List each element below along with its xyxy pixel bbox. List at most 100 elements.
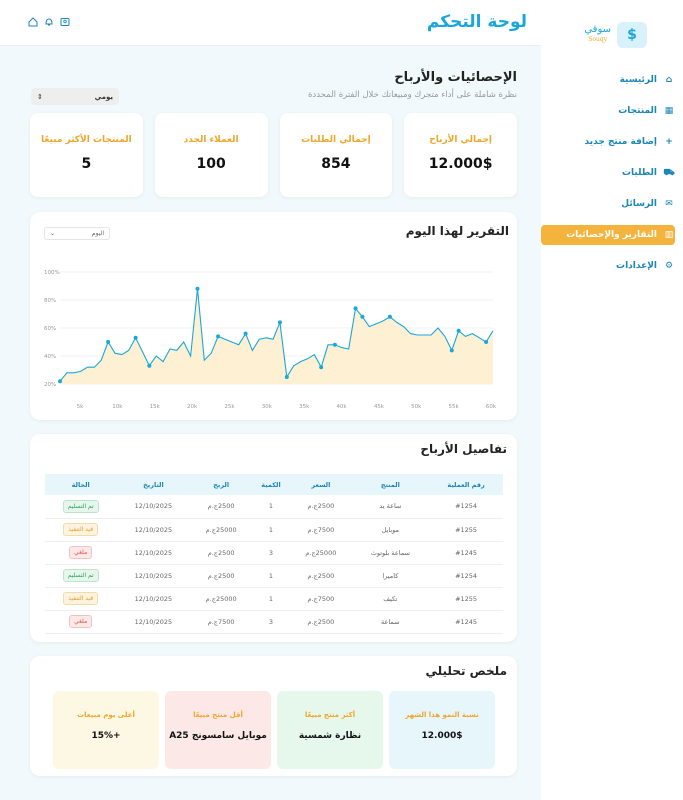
summary-card-value: 12.000$ <box>421 731 463 741</box>
period-select-value: يومي <box>94 92 113 101</box>
table-cell: قيد التنفيذ <box>45 518 116 541</box>
table-cell: #1254 <box>455 571 478 580</box>
summary-cards: نسبة النمو هذا الشهر 12.000$ أكثر منتج مبي… <box>53 691 495 769</box>
stats-subtitle: نظرة شاملة على أداء متجرك ومبيعاتك خلال … <box>307 90 517 100</box>
table-cell: 12/10/2025 <box>134 571 173 580</box>
table-cell: موبايل <box>381 525 400 534</box>
bell-icon[interactable] <box>44 17 54 27</box>
status-badge: ملغي <box>69 615 93 628</box>
sidebar-item-2[interactable]: + إضافة منتج جديد <box>541 132 683 152</box>
stat-card-value: 100 <box>196 156 226 172</box>
sidebar-item-label: إضافة منتج جديد <box>584 137 657 147</box>
chevron-down-icon: ⌄ <box>50 230 56 237</box>
status-badge: تم التسليم <box>62 569 99 582</box>
x-tick-label: 40k <box>336 404 347 410</box>
table-header-cell: الربح <box>213 480 230 489</box>
sidebar-item-4[interactable]: ✉ الرسائل <box>541 194 683 214</box>
stat-card: إجمالي الطلبات 854 <box>279 113 393 197</box>
table-cell: 12/10/2025 <box>134 502 173 511</box>
sidebar-item-label: الطلبات <box>621 168 657 178</box>
table-cell: تكيف <box>383 594 398 603</box>
table-cell: ملغي <box>45 541 116 564</box>
summary-card-value: موبايل سامسونج A25 <box>169 731 267 741</box>
sidebar-item-1[interactable]: ▦ المنتجات <box>541 101 683 121</box>
table-cell: 2500ج.م <box>307 617 335 626</box>
table-cell: 2500ج.م <box>207 502 235 511</box>
data-point <box>449 348 454 353</box>
stat-card-value: 12.000$ <box>428 156 493 172</box>
table-cell: 2500ج.م <box>307 571 335 580</box>
data-point <box>387 314 392 319</box>
stat-card-label: المنتجات الأكثر مبيعًا <box>41 135 132 145</box>
sidebar-item-0[interactable]: ⌂ الرئيسية <box>541 70 683 90</box>
table-cell: 7500ج.م <box>207 617 235 626</box>
stats-title: الإحصائيات والأرباح <box>394 70 517 85</box>
data-point <box>58 379 62 384</box>
sidebar-item-3[interactable]: ⛟ الطلبات <box>541 163 683 183</box>
table-cell: #1255 <box>455 525 478 534</box>
summary-card: أكثر منتج مبيعًا نظارة شمسية <box>277 691 383 769</box>
y-tick-label: 80% <box>44 298 56 304</box>
y-tick-label: 20% <box>44 382 56 388</box>
chart-title: التقرير لهذا اليوم <box>405 224 509 238</box>
brand[interactable]: سوقي Souqy $ <box>584 22 647 48</box>
table-cell: قيد التنفيذ <box>45 587 116 610</box>
data-point <box>484 340 489 344</box>
x-tick-label: 45k <box>374 404 385 410</box>
chart-period-select[interactable]: ⌄ اليوم <box>44 227 110 240</box>
table-cell: 25000ج.م <box>205 594 237 603</box>
stat-card-label: إجمالي الأرباح <box>429 135 493 145</box>
select-arrows-icon: ⇕ <box>37 92 43 101</box>
table-cell: 1 <box>268 571 274 580</box>
stat-card: إجمالي الأرباح 12.000$ <box>404 113 517 197</box>
table-cell: 25000ج.م <box>305 548 337 557</box>
chat-icon: ✉ <box>665 199 673 209</box>
sidebar-item-5[interactable]: ▥ التقارير والإحصائيات <box>541 225 675 245</box>
table-header-cell: الحالة <box>71 480 90 489</box>
y-tick-label: 40% <box>44 354 56 360</box>
table-header-cell: الكمية <box>261 480 281 489</box>
data-point <box>195 286 200 291</box>
table-header-row: رقم العملية المنتج السعر الكمية الربح التاريخ… <box>45 474 503 495</box>
summary-panel: ملخص تحليلي نسبة النمو هذا الشهر 12.000$ أ… <box>30 656 517 776</box>
stat-card-label: إجمالي الطلبات <box>301 135 371 145</box>
table-cell: ساعة يد <box>379 502 402 511</box>
profit-details-panel: تفاصيل الأرباح رقم العملية المنتج السعر الك… <box>30 434 517 642</box>
top-icons <box>28 17 70 27</box>
table-cell: #1245 <box>455 617 478 626</box>
brand-name: سوقي Souqy <box>584 24 611 44</box>
home-icon[interactable] <box>28 17 38 27</box>
data-point <box>456 328 461 333</box>
x-tick-label: 50k <box>411 404 422 410</box>
profile-icon[interactable] <box>60 17 70 27</box>
data-point <box>277 320 282 325</box>
x-tick-label: 20k <box>187 404 198 410</box>
summary-card-value: +15% <box>91 731 121 741</box>
table-row: #1245 سماعة بلوتوث 25000ج.م 3 2500ج.م 12/10/2… <box>45 541 503 564</box>
table-cell: #1245 <box>455 548 478 557</box>
table-cell: سماعة بلوتوث <box>370 548 410 557</box>
y-tick-label: 100% <box>44 270 60 276</box>
brand-logo-icon: $ <box>617 22 647 48</box>
table-cell: تم التسليم <box>45 495 116 518</box>
x-tick-label: 30k <box>262 404 273 410</box>
summary-card: أقل منتج مبيعًا موبايل سامسونج A25 <box>165 691 271 769</box>
summary-card: نسبة النمو هذا الشهر 12.000$ <box>389 691 495 769</box>
summary-card: أعلى يوم مبيعات +15% <box>53 691 159 769</box>
status-badge: ملغي <box>69 546 93 559</box>
x-tick-label: 35k <box>299 404 310 410</box>
x-tick-label: 25k <box>224 404 235 410</box>
report-chart: 20% 40% 60% 80% 100% 5k 10k 15k 20k 25k 30k 35k 40k 4… <box>44 270 497 410</box>
data-point <box>147 363 152 368</box>
sidebar-item-6[interactable]: ⚙ الإعدادات <box>541 256 683 276</box>
grid-icon: ▦ <box>664 106 674 116</box>
period-select[interactable]: ⇕ يومي <box>31 88 119 105</box>
table-cell: 3 <box>268 548 274 557</box>
sidebar: سوقي Souqy $ ⌂ الرئيسية ▦ المنتجات + إضافة من… <box>541 0 683 800</box>
sidebar-item-label: الرئيسية <box>619 75 657 85</box>
series-area <box>60 288 493 384</box>
table-cell: 7500ج.م <box>307 594 335 603</box>
table-cell: تم التسليم <box>45 564 116 587</box>
x-tick-label: 60k <box>486 404 497 410</box>
stat-cards: إجمالي الأرباح 12.000$ إجمالي الطلبات 854 ال… <box>30 113 517 197</box>
